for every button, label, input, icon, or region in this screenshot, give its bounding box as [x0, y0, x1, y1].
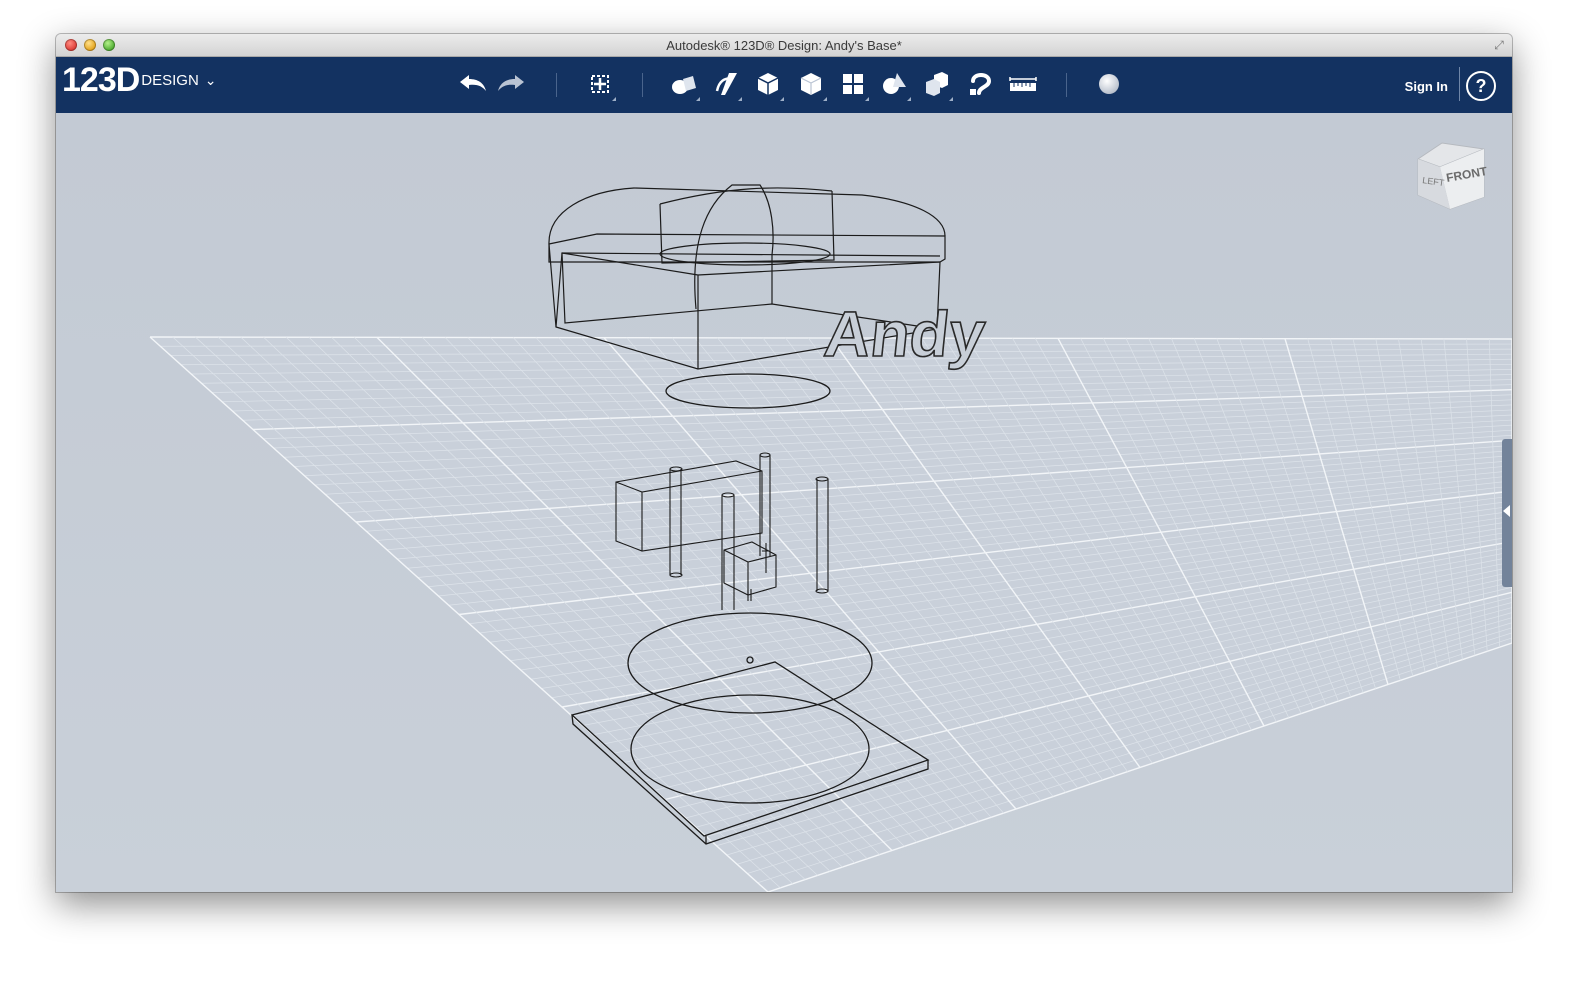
- undo-icon: [460, 75, 486, 91]
- transform-icon: [591, 75, 609, 93]
- scene-canvas[interactable]: Andy LEFT FRONT: [56, 113, 1512, 892]
- construct-icon: [757, 73, 779, 95]
- side-panel-toggle[interactable]: [1502, 439, 1512, 587]
- snap-button[interactable]: [963, 67, 997, 101]
- material-icon: [1099, 74, 1119, 94]
- grouping-button[interactable]: [878, 67, 912, 101]
- material-button[interactable]: [1092, 67, 1126, 101]
- toolbar-divider: [642, 73, 643, 97]
- view-cube[interactable]: LEFT FRONT: [1417, 142, 1489, 210]
- primitives-button[interactable]: [667, 67, 701, 101]
- measure-icon: [1009, 77, 1037, 91]
- redo-button[interactable]: [496, 67, 530, 101]
- primitives-icon: [672, 76, 696, 94]
- modify-icon: [800, 73, 822, 95]
- app-menu-button[interactable]: 123D DESIGN ⌄: [62, 61, 217, 100]
- pattern-button[interactable]: [836, 67, 870, 101]
- construct-button[interactable]: [751, 67, 785, 101]
- toolbar-divider: [1459, 67, 1460, 101]
- grouping-icon: [883, 73, 906, 94]
- transform-button[interactable]: [583, 67, 617, 101]
- logo-sub: DESIGN: [141, 72, 199, 89]
- pattern-icon: [843, 74, 863, 94]
- sign-in-link[interactable]: Sign In: [1405, 79, 1448, 94]
- andy-text-object[interactable]: Andy: [820, 297, 989, 370]
- logo-main: 123D: [62, 61, 140, 99]
- toolbar-divider: [556, 73, 557, 97]
- window-title: Autodesk® 123D® Design: Andy's Base*: [666, 38, 902, 53]
- sketch-button[interactable]: [709, 67, 743, 101]
- chevron-down-icon: ⌄: [204, 72, 217, 88]
- modify-button[interactable]: [794, 67, 828, 101]
- app-window: Autodesk® 123D® Design: Andy's Base* ⤢ 1…: [56, 34, 1512, 892]
- measure-button[interactable]: [1006, 67, 1040, 101]
- combine-icon: [926, 72, 948, 96]
- combine-button[interactable]: [920, 67, 954, 101]
- redo-icon: [498, 75, 524, 91]
- toolbar-divider: [1066, 73, 1067, 97]
- chevron-left-icon: [1503, 505, 1510, 517]
- main-toolbar: 123D DESIGN ⌄ Sign In ?: [56, 57, 1512, 114]
- help-button[interactable]: ?: [1466, 71, 1496, 101]
- 3d-viewport[interactable]: Andy LEFT FRONT: [56, 113, 1512, 892]
- snap-icon: [970, 73, 992, 95]
- title-bar[interactable]: Autodesk® 123D® Design: Andy's Base* ⤢: [56, 34, 1512, 57]
- fullscreen-icon[interactable]: ⤢: [1492, 38, 1506, 52]
- sketch-icon: [715, 73, 737, 95]
- undo-button[interactable]: [454, 67, 488, 101]
